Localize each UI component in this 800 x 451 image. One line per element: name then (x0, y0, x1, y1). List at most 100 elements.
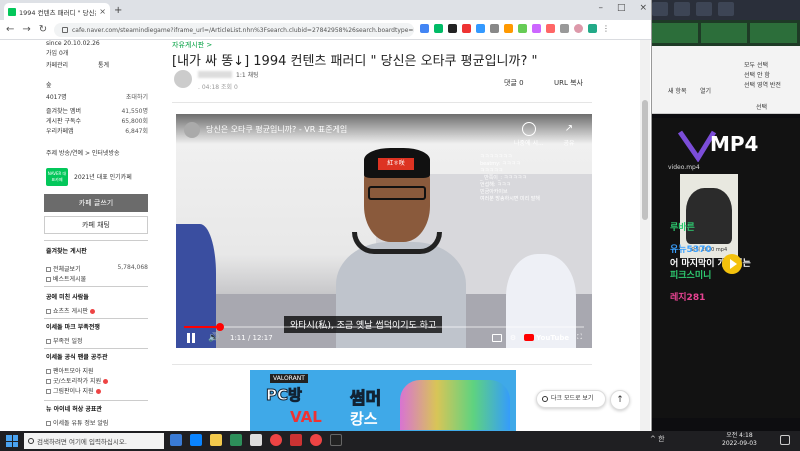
close-window-icon[interactable]: × (639, 3, 647, 13)
explorer-invert-selection[interactable]: 선택 영역 반전 (744, 80, 781, 89)
ribbon-tab[interactable] (718, 2, 734, 16)
board-link[interactable]: 부족전 일정 (46, 336, 83, 345)
browser-tab[interactable]: 1994 컨텐츠 패러디 " 당신은 ... × (4, 3, 110, 20)
ribbon-tab[interactable] (696, 2, 712, 16)
seek-bar[interactable] (184, 323, 584, 331)
video-title[interactable]: 당신은 오타쿠 평균입니까? - VR 표준게임 (206, 124, 347, 135)
ribbon-tab[interactable] (674, 2, 690, 16)
reload-icon[interactable]: ↻ (39, 24, 47, 35)
tab-close-icon[interactable]: × (99, 7, 106, 16)
url-input[interactable]: cafe.naver.com/steamindiegame?iframe_url… (54, 23, 414, 37)
extension-icon[interactable] (518, 24, 527, 33)
chat-line: 레지281 (670, 293, 706, 303)
checkbox-icon (46, 369, 51, 374)
menu-kebab-icon[interactable]: ⋮ (602, 24, 611, 33)
app-icon[interactable] (330, 434, 342, 446)
scroll-top-button[interactable]: ↑ (610, 390, 630, 410)
chrome-icon[interactable] (270, 434, 282, 446)
back-arrow-icon[interactable]: ← (6, 24, 14, 35)
app-icon[interactable] (250, 434, 262, 446)
taskbar-clock[interactable]: 오전 4:18 2022-09-03 (722, 432, 757, 448)
extension-icon[interactable] (588, 24, 597, 33)
watch-later-button[interactable]: 나중에 시... (514, 122, 544, 147)
cafe-manage-link[interactable]: 카페관리 (46, 60, 68, 69)
captions-icon[interactable] (491, 333, 502, 342)
cell[interactable] (750, 23, 798, 43)
board-breadcrumb[interactable]: 자유게시판 > (172, 40, 212, 50)
clock-date: 2022-09-03 (722, 440, 757, 447)
write-post-button[interactable]: 카페 글쓰기 (44, 194, 148, 212)
system-tray[interactable]: ^ 한 (650, 434, 665, 444)
scrollbar-thumb[interactable] (642, 100, 648, 220)
board-link[interactable]: 이세돌 유튜 정보 알림 (46, 418, 108, 427)
explorer-open[interactable]: 열기 (700, 86, 711, 95)
extension-icon[interactable] (462, 24, 471, 33)
favorites-heading: 즐겨찾는 게시판 (46, 248, 87, 255)
one-on-one-chat[interactable]: 1:1 채팅 (236, 70, 259, 79)
invite-link[interactable]: 초대하기 (126, 92, 148, 101)
youtube-player[interactable]: 紅ㅎ咲 당신은 오타쿠 평균입니까? - VR 표준게임 나중에 시... ↗ … (176, 114, 592, 348)
file-explorer-icon[interactable] (210, 434, 222, 446)
board-link[interactable]: 팬아트모아 지원 (46, 366, 94, 375)
forward-arrow-icon[interactable]: → (22, 24, 30, 35)
fullscreen-icon[interactable]: ⛶ (577, 333, 582, 342)
cafe-topic[interactable]: 주제 방송/연예 > 인터넷방송 (46, 148, 120, 157)
cafe-chat-button[interactable]: 카페 채팅 (44, 216, 148, 234)
channel-avatar[interactable] (184, 122, 200, 138)
extension-icon[interactable] (490, 24, 499, 33)
cell[interactable] (651, 23, 698, 43)
board-label: 그림판이나 지원 (53, 388, 94, 395)
windows-start-icon[interactable] (6, 435, 18, 447)
settings-gear-icon[interactable]: ⚙ (510, 334, 516, 342)
ribbon-tab[interactable] (652, 2, 668, 16)
member-count[interactable]: 4017명 (46, 92, 67, 101)
extension-icon[interactable] (532, 24, 541, 33)
extension-icon[interactable] (546, 24, 555, 33)
puzzle-icon[interactable] (560, 24, 569, 33)
taskbar-search-input[interactable]: 검색하려면 여기에 입력하십시오. (24, 433, 164, 449)
pause-icon[interactable] (186, 333, 196, 343)
extension-icon[interactable] (504, 24, 513, 33)
share-button[interactable]: ↗ 공유 (562, 122, 576, 147)
best-posts-link[interactable]: 베스트게시물 (46, 274, 86, 283)
ad-banner[interactable]: VALORANT PC방 썸머 VAL 캉스 (250, 370, 516, 431)
extension-icon[interactable] (420, 24, 429, 33)
copy-url-button[interactable]: URL 복사 (554, 78, 583, 88)
author-name-blurred[interactable] (198, 71, 232, 78)
all-posts-link[interactable]: 전체글보기 (46, 264, 81, 273)
divider (172, 102, 592, 103)
extension-icon[interactable] (448, 24, 457, 33)
extension-icon[interactable] (476, 24, 485, 33)
play-icon[interactable] (722, 254, 742, 274)
cell[interactable] (700, 23, 748, 43)
chrome-icon[interactable] (310, 434, 322, 446)
new-tab-button[interactable]: + (114, 5, 122, 16)
explorer-select[interactable]: 선택 (756, 102, 767, 111)
url-text: cafe.naver.com/steamindiegame?iframe_url… (71, 26, 414, 34)
dark-mode-label: 다크 모드로 보기 (551, 395, 594, 402)
extension-icon[interactable] (434, 24, 443, 33)
explorer-select-all[interactable]: 모두 선택 (744, 60, 768, 69)
board-link[interactable]: 그림판이나 지원 (46, 386, 101, 395)
maximize-icon[interactable]: □ (617, 3, 626, 13)
comments-link[interactable]: 댓글 0 (504, 78, 524, 88)
scrollbar[interactable] (640, 40, 650, 431)
divider (172, 364, 592, 365)
volume-icon[interactable]: 🔊 (208, 333, 219, 343)
app-icon[interactable] (290, 434, 302, 446)
explorer-select-none[interactable]: 선택 안 함 (744, 70, 770, 79)
post-date: . 04:18 조회 0 (198, 84, 238, 91)
board-link[interactable]: 쇼츠츠 게시판 (46, 306, 96, 315)
youtube-logo[interactable]: YouTube (524, 334, 569, 342)
explorer-new-item[interactable]: 새 항목 (668, 86, 686, 95)
author-avatar[interactable] (174, 70, 192, 88)
task-view-icon[interactable] (170, 434, 182, 446)
stats-link[interactable]: 통계 (98, 60, 109, 69)
profile-avatar[interactable] (574, 24, 583, 33)
board-link[interactable]: 굿/스토리작가 지원 (46, 376, 109, 385)
app-icon[interactable] (230, 434, 242, 446)
minimize-icon[interactable]: – (598, 3, 603, 13)
edge-icon[interactable] (190, 434, 202, 446)
dark-mode-button[interactable]: 다크 모드로 보기 (536, 390, 606, 408)
notification-icon[interactable] (780, 435, 790, 445)
